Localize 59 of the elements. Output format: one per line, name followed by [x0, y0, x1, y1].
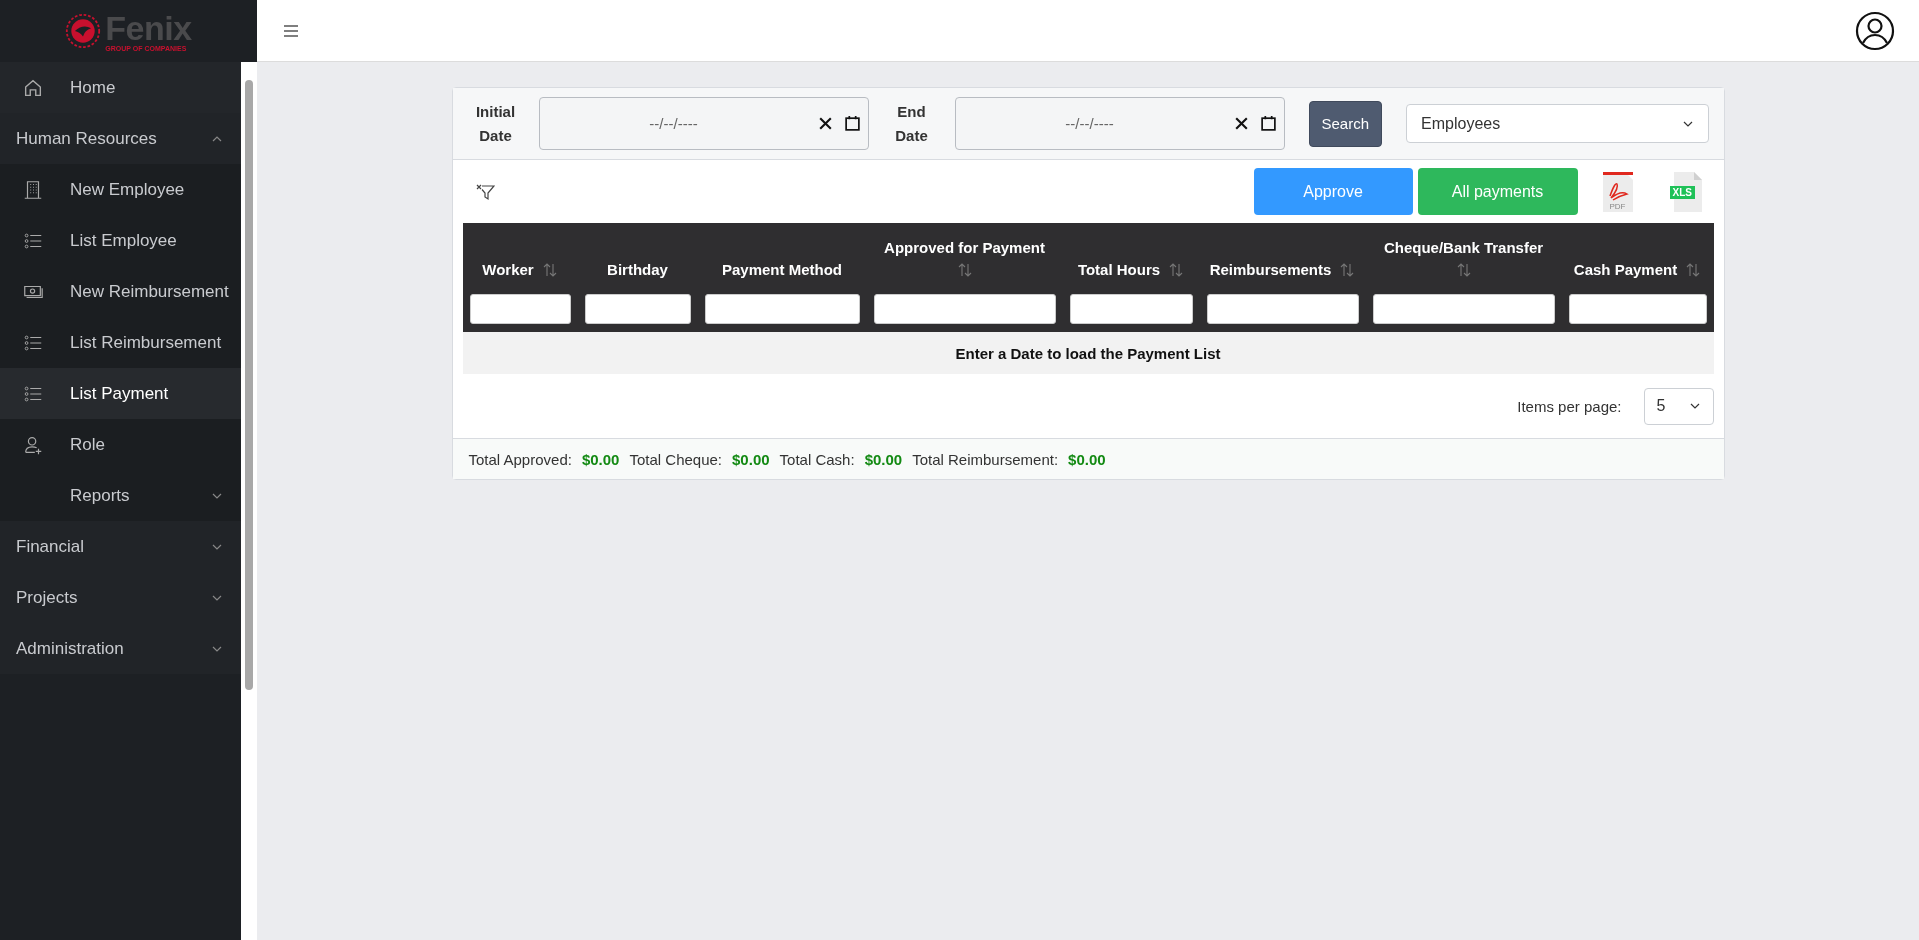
- column-filter-field[interactable]: [1568, 294, 1707, 324]
- total-label: Total Reimbursement:: [912, 450, 1059, 468]
- total-value: $0.00: [864, 450, 903, 468]
- column-header[interactable]: Cheque/Bank Transfer: [1383, 239, 1544, 256]
- column-header[interactable]: Cash Payment: [1573, 261, 1678, 278]
- nav-group[interactable]: Financial: [0, 521, 241, 572]
- items-per-page-label: Items per page:: [1517, 397, 1622, 415]
- sort-icon[interactable]: [1685, 261, 1702, 278]
- sort-icon[interactable]: [956, 262, 973, 278]
- search-button[interactable]: Search: [1308, 100, 1383, 147]
- date-field[interactable]: --/--/----: [954, 97, 1285, 150]
- total-value: $0.00: [732, 450, 770, 468]
- total-label: Total Cheque:: [629, 450, 723, 468]
- column-filter-field[interactable]: [704, 294, 860, 324]
- file-type-label: PDF: [1608, 201, 1627, 211]
- date-field[interactable]: --/--/----: [538, 97, 869, 150]
- column-header[interactable]: Approved for Payment: [884, 239, 1045, 256]
- sort-icon[interactable]: [1339, 261, 1356, 278]
- column-header[interactable]: Payment Method: [722, 261, 842, 278]
- nav-group[interactable]: Projects: [0, 572, 241, 623]
- sort-icon[interactable]: [1455, 262, 1472, 278]
- nav-group[interactable]: Human Resources: [0, 113, 241, 164]
- nav-item[interactable]: New Employee: [0, 164, 241, 215]
- column-filter-field[interactable]: [1372, 294, 1555, 324]
- nav-item[interactable]: List Reimbursement: [0, 317, 241, 368]
- total-value: $0.00: [1068, 450, 1106, 468]
- nav-item[interactable]: New Reimbursement: [0, 266, 241, 317]
- calendar-icon[interactable]: [843, 115, 861, 132]
- user-avatar-icon[interactable]: [1855, 10, 1895, 51]
- total-value: $0.00: [581, 450, 620, 468]
- column-header[interactable]: Total Hours: [1077, 261, 1161, 278]
- column-header[interactable]: Reimbursements: [1209, 261, 1332, 278]
- bird-logo-icon: [65, 13, 102, 49]
- column-header[interactable]: Worker: [482, 261, 534, 278]
- menu-icon[interactable]: [283, 23, 299, 38]
- total-label: Total Approved:: [468, 450, 572, 468]
- total-label: Total Cash:: [779, 450, 855, 468]
- column-filter-field[interactable]: [873, 294, 1056, 324]
- column-filter-field[interactable]: [584, 294, 691, 324]
- field-label: Initial Date: [474, 101, 517, 146]
- column-filter-field[interactable]: [1069, 294, 1193, 324]
- nav-item[interactable]: Role: [0, 419, 241, 470]
- sort-icon[interactable]: [1168, 261, 1185, 278]
- field-label: End Date: [894, 101, 929, 146]
- column-filter-field[interactable]: [469, 294, 571, 324]
- building-icon: [22, 178, 44, 201]
- nav-group[interactable]: Reports: [0, 470, 241, 521]
- calendar-icon[interactable]: [1259, 115, 1277, 132]
- items-per-page-select[interactable]: 5: [1643, 387, 1714, 425]
- nav-item[interactable]: List Employee: [0, 215, 241, 266]
- scrollbar[interactable]: [241, 62, 257, 940]
- nav-item[interactable]: Home: [0, 62, 241, 113]
- column-header[interactable]: Birthday: [607, 261, 668, 278]
- nav-group[interactable]: Administration: [0, 623, 241, 674]
- column-filter-field[interactable]: [1206, 294, 1359, 324]
- nav-item[interactable]: List Payment: [0, 368, 241, 419]
- sort-icon[interactable]: [541, 261, 558, 278]
- empty-message: Enter a Date to load the Payment List: [955, 344, 1221, 362]
- type-select[interactable]: Employees: [1406, 104, 1709, 143]
